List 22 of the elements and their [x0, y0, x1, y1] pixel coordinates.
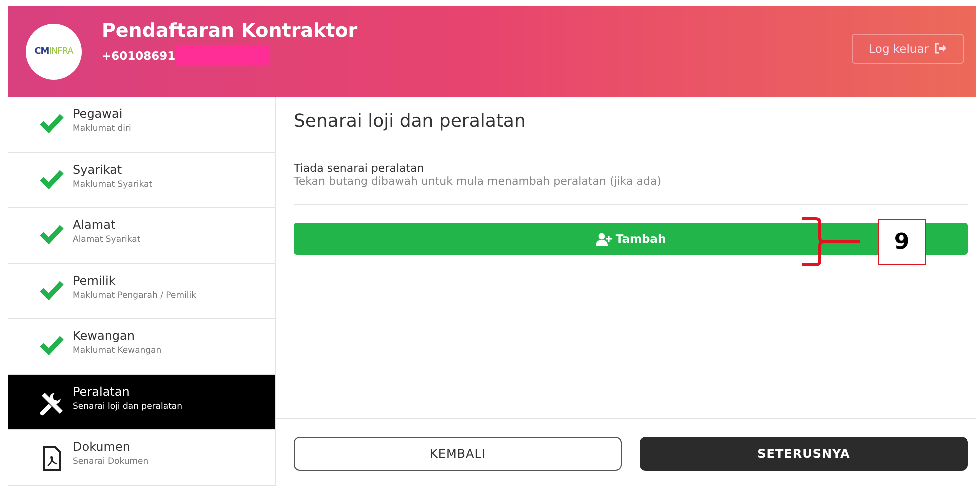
sidebar-item[interactable]: Pemilik Maklumat Pengarah / Pemilik [8, 264, 275, 319]
bracket-annotation [800, 217, 862, 267]
section-heading: Senarai loji dan peralatan [294, 111, 527, 132]
checkmark-icon [40, 280, 64, 300]
back-button[interactable]: KEMBALI [294, 437, 622, 471]
empty-hint: Tekan butang dibawah untuk mula menambah peralatan (jika ada) [294, 175, 663, 188]
page-title: Pendaftaran Kontraktor [102, 20, 358, 42]
add-user-icon [596, 232, 612, 246]
checkmark-icon [40, 224, 64, 244]
logout-icon [935, 43, 947, 54]
phone-number: +60108691 [102, 48, 176, 62]
logo: CMINFRA [26, 24, 82, 80]
checkmark-icon [40, 335, 64, 355]
next-button[interactable]: SETERUSNYA [640, 437, 968, 471]
pdf-file-icon [42, 446, 62, 472]
sidebar-item[interactable]: Syarikat Maklumat Syarikat [8, 152, 275, 208]
tools-icon [39, 390, 65, 416]
empty-title: Tiada senarai peralatan [294, 162, 426, 175]
checkmark-icon [40, 168, 64, 188]
sidebar-item[interactable]: Peralatan Senarai loji dan peralatan [8, 374, 275, 430]
callout-number: 9 [878, 219, 926, 265]
checkmark-icon [40, 113, 64, 133]
